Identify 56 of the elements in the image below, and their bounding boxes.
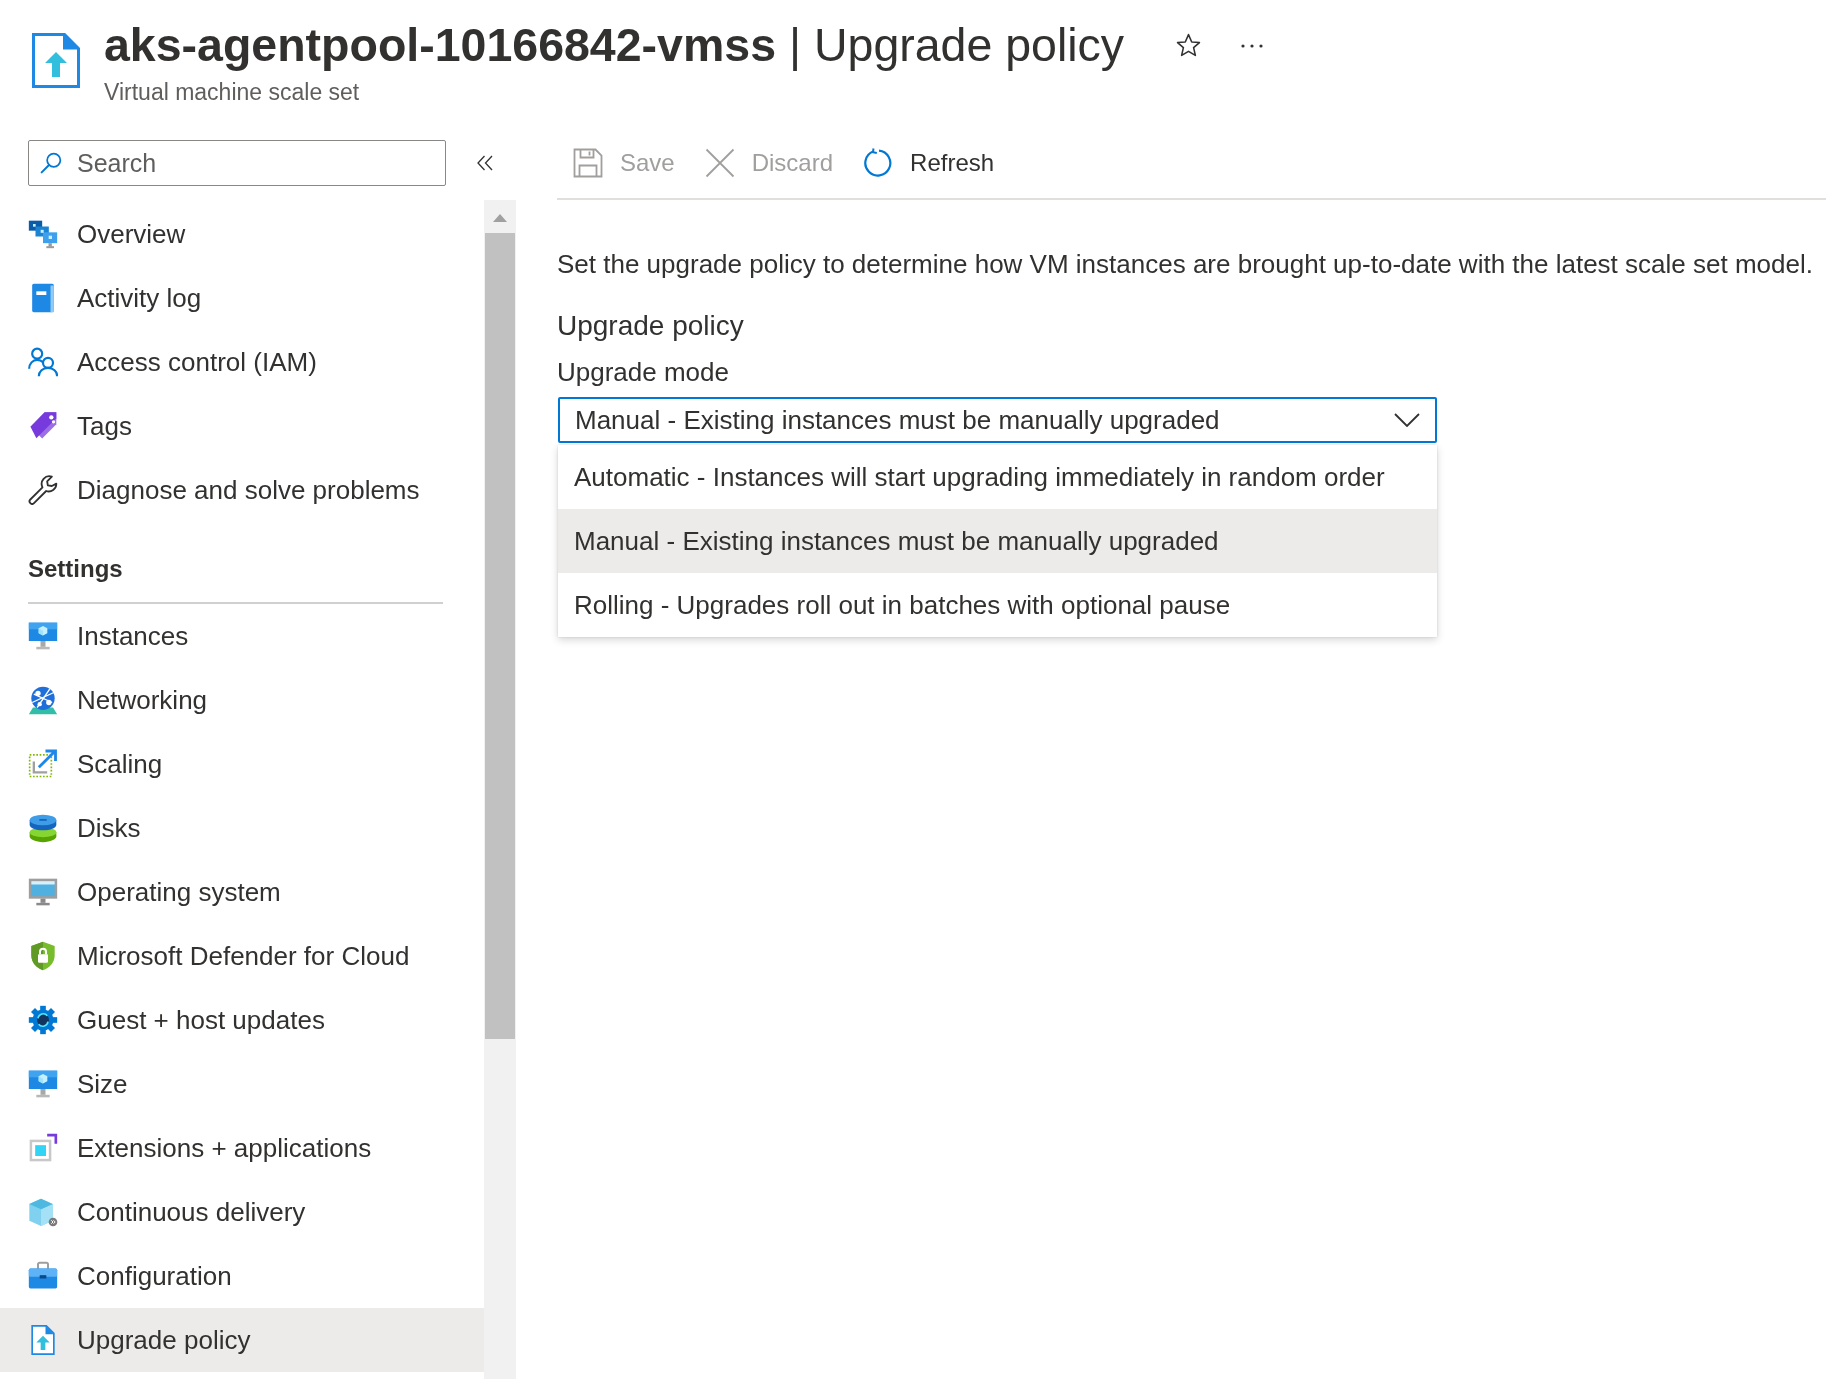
globe-icon [28,685,58,715]
resource-type: Virtual machine scale set [104,78,360,106]
people-icon [28,347,58,377]
dropdown-option[interactable]: Manual - Existing instances must be manually upgraded [558,509,1437,573]
monitor-cube-icon [28,621,58,651]
section-title: Upgrade policy [557,309,744,343]
more-icon[interactable] [1241,43,1264,48]
sidebar-item[interactable]: Operating system [0,860,484,924]
toolbox-icon [28,1261,58,1291]
sidebar-item[interactable]: Activity log [0,266,484,330]
sidebar-item[interactable]: Size [0,1052,484,1116]
wrench-icon [28,475,58,505]
sidebar-item[interactable]: Configuration [0,1244,484,1308]
document-arrow-icon [32,33,80,88]
disks-icon [28,813,58,843]
dropdown-option[interactable]: Rolling - Upgrades roll out in batches with optional pause [558,573,1437,637]
sidebar-item[interactable]: Microsoft Defender for Cloud [0,924,484,988]
document-arrow-icon [28,1325,58,1355]
chevron-down-icon [1394,413,1420,427]
scrollbar-thumb[interactable] [485,233,515,1039]
sidebar-item[interactable]: Diagnose and solve problems [0,458,484,522]
double-chevron-left-icon[interactable] [476,155,494,171]
sidebar-item[interactable]: Tags [0,394,484,458]
sidebar-item[interactable]: Instances [0,604,484,668]
upgrade-mode-dropdown[interactable]: Manual - Existing instances must be manually upgraded [558,397,1437,443]
field-label: Upgrade mode [557,356,729,388]
search-icon [40,152,62,174]
section-heading: Settings [28,554,123,584]
description-text: Set the upgrade policy to determine how VM instances are brought up-to-date with the latest scale set model. [557,248,1813,280]
shield-lock-icon [28,941,58,971]
sidebar-item[interactable]: Access control (IAM) [0,330,484,394]
monitor-window-icon [28,877,58,907]
sidebar-item[interactable]: Overview [0,202,484,266]
sidebar-item[interactable]: Networking [0,668,484,732]
search-field[interactable]: Search [28,140,446,186]
close-icon [704,148,735,178]
gear-icon [28,1005,58,1035]
squares-icon [28,1133,58,1163]
monitors-icon [28,219,58,249]
monitor-cube-icon [28,1069,58,1099]
sidebar-item[interactable]: Continuous delivery [0,1180,484,1244]
scrollbar-track[interactable] [484,200,516,1379]
resize-arrow-icon [28,749,58,779]
sidebar-item[interactable]: Disks [0,796,484,860]
sidebar-item[interactable]: Scaling [0,732,484,796]
tag-icon [28,411,58,441]
sidebar-item[interactable]: Upgrade policy [0,1308,484,1372]
dropdown-option[interactable]: Automatic - Instances will start upgrading immediately in random order [558,445,1437,509]
refresh-icon [863,148,894,178]
box-icon [28,1197,58,1227]
refresh-button[interactable]: Refresh [848,140,1010,186]
page-title: aks-agentpool-10166842-vmss | Upgrade policy [104,18,1125,73]
save-icon [573,148,603,178]
sidebar-item[interactable]: Guest + host updates [0,988,484,1052]
star-icon[interactable] [1176,33,1202,58]
sidebar-item[interactable]: Extensions + applications [0,1116,484,1180]
